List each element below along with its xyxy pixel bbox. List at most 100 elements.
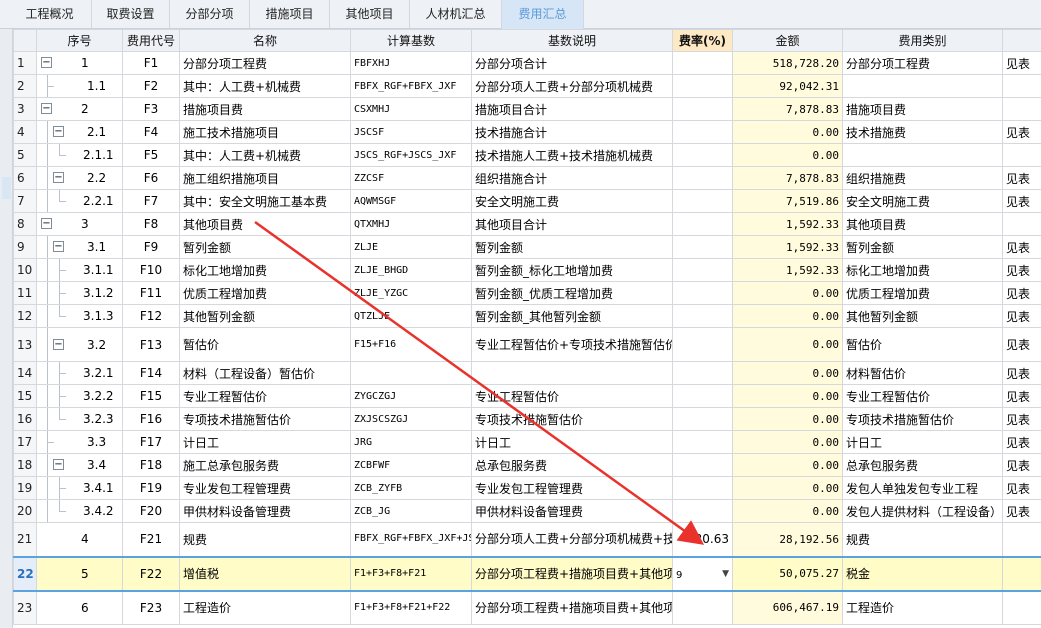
cell-amount[interactable]: 606,467.19 <box>732 590 843 625</box>
cell-rate[interactable] <box>672 189 733 213</box>
cell-name[interactable]: 甲供材料设备管理费 <box>179 499 351 523</box>
table-row[interactable]: 12 3.1.3 F12 其他暂列金额 QTZLJE 暂列金额_其他暂列金额 0.00 其他暂… <box>13 304 1041 328</box>
cell-rate[interactable] <box>672 476 733 500</box>
cell-rate[interactable] <box>672 97 733 121</box>
cell-seq[interactable]: 3.3 <box>36 430 123 454</box>
row-number[interactable]: 22 <box>13 555 37 592</box>
cell-type[interactable]: 发包人单独发包专业工程 <box>842 476 1003 500</box>
cell-type[interactable]: 技术措施费 <box>842 120 1003 144</box>
cell-type[interactable]: 专项技术措施暂估价 <box>842 407 1003 431</box>
cell-desc[interactable]: 专业工程暂估价 <box>471 384 673 408</box>
cell-type[interactable]: 计日工 <box>842 430 1003 454</box>
row-number[interactable]: 13 <box>13 327 37 362</box>
cell-base[interactable]: ZCB_ZYFB <box>350 476 472 500</box>
cell-code[interactable]: F2 <box>122 74 180 98</box>
header-base[interactable]: 计算基数 <box>350 29 472 52</box>
cell-amount[interactable]: 7,519.86 <box>732 189 843 213</box>
cell-seq[interactable]: 6 <box>36 590 123 625</box>
cell-seq[interactable]: 3.4.2 <box>36 499 123 523</box>
tab-other-items[interactable]: 其他项目 <box>330 0 410 29</box>
cell-desc[interactable]: 分部分项合计 <box>471 51 673 75</box>
cell-base[interactable]: FBFX_RGF+FBFX_JXF <box>350 74 472 98</box>
tab-measure-items[interactable]: 措施项目 <box>250 0 330 29</box>
cell-desc[interactable]: 技术措施合计 <box>471 120 673 144</box>
cell-desc[interactable]: 暂列金额_标化工地增加费 <box>471 258 673 282</box>
collapse-toggle-icon[interactable]: − <box>53 172 64 183</box>
cell-code[interactable]: F14 <box>122 361 180 385</box>
cell-amount[interactable]: 0.00 <box>732 361 843 385</box>
header-rate[interactable]: 费率(%) <box>672 29 733 52</box>
cell-seq[interactable]: − 3.1 <box>36 235 123 259</box>
cell-amount[interactable]: 0.00 <box>732 499 843 523</box>
cell-extra[interactable]: 见表 <box>1002 166 1041 190</box>
cell-desc[interactable] <box>471 361 673 385</box>
cell-desc[interactable]: 专项技术措施暂估价 <box>471 407 673 431</box>
table-row[interactable]: 1−1 F1 分部分项工程费 FBFXHJ 分部分项合计 518,728.20 分部分项工程… <box>13 51 1041 75</box>
cell-rate[interactable] <box>672 258 733 282</box>
table-row[interactable]: 5 2.1.1 F5 其中：人工费+机械费 JSCS_RGF+JSCS_JXF 技术措施人… <box>13 143 1041 167</box>
cell-code[interactable]: F11 <box>122 281 180 305</box>
tab-divisional-items[interactable]: 分部分项 <box>170 0 250 29</box>
header-code[interactable]: 费用代号 <box>122 29 180 52</box>
cell-rate[interactable] <box>672 430 733 454</box>
collapse-toggle-icon[interactable]: − <box>41 57 52 68</box>
cell-extra[interactable] <box>1002 522 1041 557</box>
cell-amount[interactable]: 7,878.83 <box>732 97 843 121</box>
cell-code[interactable]: F6 <box>122 166 180 190</box>
row-number[interactable]: 10 <box>13 258 37 282</box>
cell-seq[interactable]: 3.2.1 <box>36 361 123 385</box>
table-row[interactable]: 16 3.2.3 F16 专项技术措施暂估价 ZXJSCSZGJ 专项技术措施暂估价 0.0… <box>13 407 1041 431</box>
cell-extra[interactable]: 见表 <box>1002 281 1041 305</box>
cell-rate[interactable] <box>672 212 733 236</box>
cell-extra[interactable]: 见表 <box>1002 327 1041 362</box>
table-row[interactable]: 22 5 F22增值税F1+F3+F8+F21分部分项工程费+措施项目费+其他项目费… <box>13 555 1041 592</box>
cell-amount[interactable]: 0.00 <box>732 327 843 362</box>
cell-code[interactable]: F5 <box>122 143 180 167</box>
cell-code[interactable]: F19 <box>122 476 180 500</box>
triangle-down-icon[interactable]: ▼ <box>722 569 729 579</box>
cell-rate[interactable] <box>672 51 733 75</box>
cell-base[interactable]: AQWMSGF <box>350 189 472 213</box>
row-number[interactable]: 15 <box>13 384 37 408</box>
header-desc[interactable]: 基数说明 <box>471 29 673 52</box>
table-row[interactable]: 18−3.4 F18 施工总承包服务费 ZCBFWF 总承包服务费 0.00 总承包服务费见… <box>13 453 1041 477</box>
table-row[interactable]: 20 3.4.2 F20 甲供材料设备管理费 ZCB_JG 甲供材料设备管理费 0.00 发包… <box>13 499 1041 523</box>
cell-desc[interactable]: 措施项目合计 <box>471 97 673 121</box>
cell-seq[interactable]: 3.4.1 <box>36 476 123 500</box>
cell-desc[interactable]: 技术措施人工费+技术措施机械费 <box>471 143 673 167</box>
cell-name[interactable]: 材料（工程设备）暂估价 <box>179 361 351 385</box>
cell-rate[interactable] <box>672 327 733 362</box>
cell-extra[interactable]: 见表 <box>1002 430 1041 454</box>
cell-extra[interactable]: 见表 <box>1002 407 1041 431</box>
table-row[interactable]: 6 − 2.2 F6 施工组织措施项目 ZZCSF 组织措施合计 7,878.83 组织措施费见… <box>13 166 1041 190</box>
table-row[interactable]: 2 1.1 F2 其中：人工费+机械费 FBFX_RGF+FBFX_JXF 分部分项人工费… <box>13 74 1041 98</box>
cell-amount[interactable]: 50,075.27 <box>732 555 843 592</box>
row-number[interactable]: 8 <box>13 212 37 236</box>
tab-fee-settings[interactable]: 取费设置 <box>92 0 170 29</box>
cell-name[interactable]: 其他项目费 <box>179 212 351 236</box>
cell-name[interactable]: 专业工程暂估价 <box>179 384 351 408</box>
table-row[interactable]: 23 6 F23 工程造价 F1+F3+F8+F21+F22 分部分项工程费+措施项目费+… <box>13 590 1041 625</box>
cell-code[interactable]: F16 <box>122 407 180 431</box>
cell-extra[interactable]: 见表 <box>1002 384 1041 408</box>
cell-seq[interactable]: −1 <box>36 51 123 75</box>
cell-amount[interactable]: 0.00 <box>732 384 843 408</box>
cell-type[interactable]: 规费 <box>842 522 1003 557</box>
cell-extra[interactable] <box>1002 74 1041 98</box>
cell-seq[interactable]: 2.1.1 <box>36 143 123 167</box>
cell-type[interactable]: 安全文明施工费 <box>842 189 1003 213</box>
cell-desc[interactable]: 分部分项工程费+措施项目费+其他项目费+规费+增值税 <box>471 590 673 625</box>
cell-name[interactable]: 施工技术措施项目 <box>179 120 351 144</box>
table-row[interactable]: 14 3.2.1 F14 材料（工程设备）暂估价 0.00 材料暂估价 见表 <box>13 361 1041 385</box>
tab-fee-summary[interactable]: 费用汇总 <box>502 0 584 29</box>
cell-code[interactable]: F20 <box>122 499 180 523</box>
cell-name[interactable]: 措施项目费 <box>179 97 351 121</box>
cell-base[interactable]: JSCSF <box>350 120 472 144</box>
row-number[interactable]: 9 <box>13 235 37 259</box>
cell-type[interactable]: 其他项目费 <box>842 212 1003 236</box>
row-number[interactable]: 14 <box>13 361 37 385</box>
cell-amount[interactable]: 1,592.33 <box>732 258 843 282</box>
collapse-toggle-icon[interactable]: − <box>41 218 52 229</box>
row-number[interactable]: 18 <box>13 453 37 477</box>
cell-extra[interactable]: 见表 <box>1002 120 1041 144</box>
